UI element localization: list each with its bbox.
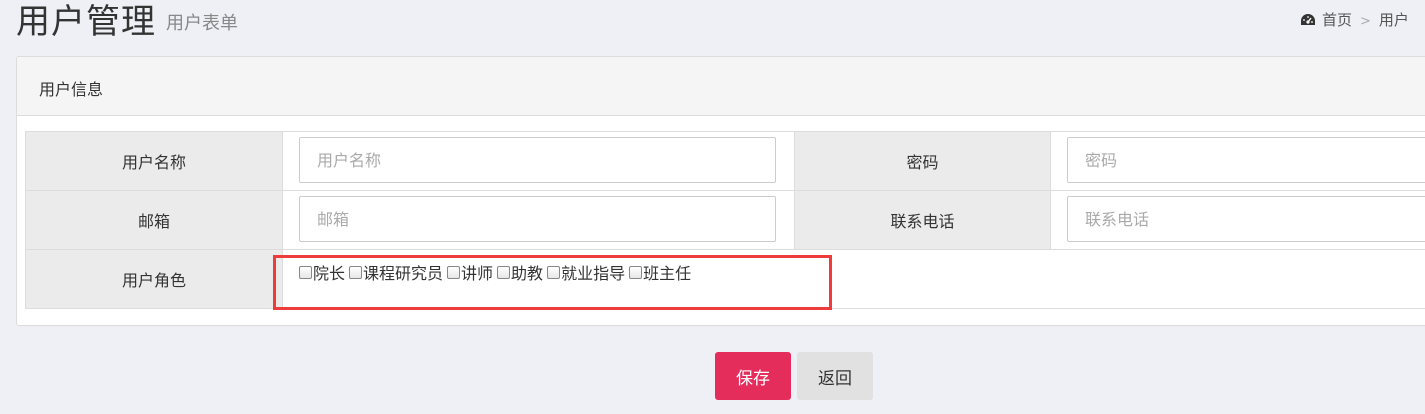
dashboard-icon [1301,14,1315,25]
username-input[interactable] [299,137,776,183]
roles-label: 用户角色 [25,249,283,309]
breadcrumb-home[interactable]: 首页 [1322,11,1352,29]
password-cell [1050,131,1425,191]
email-label: 邮箱 [25,190,283,250]
username-label: 用户名称 [25,131,283,191]
panel-title: 用户信息 [39,80,104,99]
username-cell [282,131,795,191]
phone-input[interactable] [1067,196,1425,242]
page-subtitle: 用户表单 [166,13,238,34]
email-input[interactable] [299,196,776,242]
password-label: 密码 [794,131,1051,191]
page-title: 用户管理 [16,2,156,42]
phone-label: 联系电话 [794,190,1051,250]
breadcrumb-current: 用户 [1378,11,1409,29]
form-row: 邮箱 联系电话 [25,190,1425,250]
phone-cell [1050,190,1425,250]
form-row: 用户名称 密码 [25,131,1425,191]
back-button[interactable]: 返回 [797,352,873,400]
password-input[interactable] [1067,137,1425,183]
annotation-highlight-box [273,255,832,310]
email-cell [282,190,795,250]
breadcrumb: 首页 > 用户 [1300,9,1409,30]
save-button[interactable]: 保存 [715,352,791,400]
breadcrumb-separator: > [1360,14,1371,29]
panel-heading: 用户信息 [17,57,1425,116]
page-header: 用户管理 用户表单 首页 > 用户 [0,0,1425,48]
